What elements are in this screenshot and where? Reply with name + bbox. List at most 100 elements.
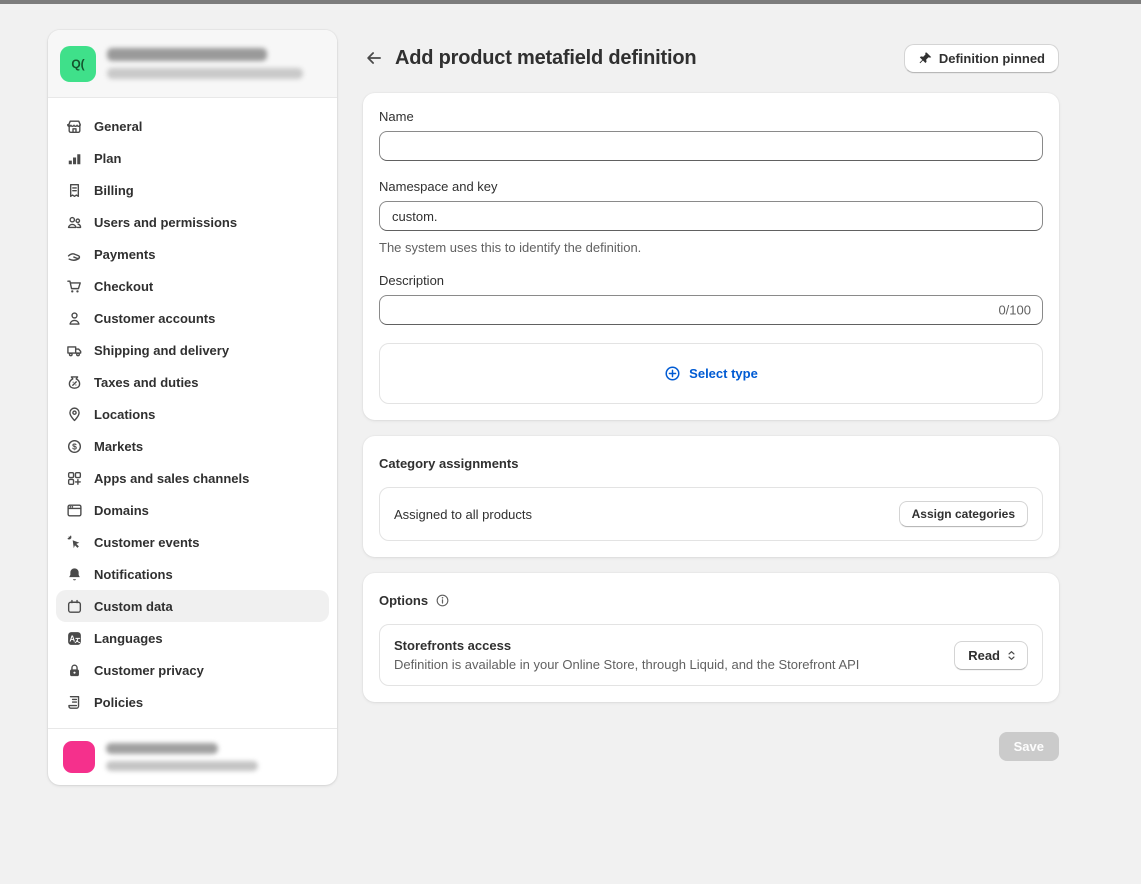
category-assignments-card: Category assignments Assigned to all pro… xyxy=(363,436,1059,557)
store-url-redacted xyxy=(107,68,303,79)
options-heading-label: Options xyxy=(379,593,428,608)
markets-globe-icon: $ xyxy=(66,438,83,455)
sidebar-item-label: General xyxy=(94,119,142,134)
info-icon[interactable] xyxy=(435,593,450,608)
save-row: Save xyxy=(363,732,1059,761)
sidebar-item-checkout[interactable]: Checkout xyxy=(56,270,329,302)
circle-plus-icon xyxy=(664,365,681,382)
sidebar-item-notifications[interactable]: Notifications xyxy=(56,558,329,590)
sidebar-item-label: Markets xyxy=(94,439,143,454)
sidebar-item-label: Domains xyxy=(94,503,149,518)
settings-sidebar: Q( General Plan Billing Users and permissio… xyxy=(48,30,337,785)
sidebar-item-custom-data[interactable]: Custom data xyxy=(56,590,329,622)
sidebar-item-label: Locations xyxy=(94,407,155,422)
sidebar-item-label: Languages xyxy=(94,631,163,646)
lock-icon xyxy=(66,662,83,679)
sidebar-item-customer-accounts[interactable]: Customer accounts xyxy=(56,302,329,334)
user-info xyxy=(106,743,258,771)
truck-icon xyxy=(66,342,83,359)
storefronts-access-select[interactable]: Read xyxy=(954,641,1028,670)
sidebar-item-label: Shipping and delivery xyxy=(94,343,229,358)
billing-icon xyxy=(66,182,83,199)
sidebar-nav: General Plan Billing Users and permissions P… xyxy=(48,98,337,728)
plan-icon xyxy=(66,150,83,167)
description-field-group: Description 0/100 xyxy=(379,273,1043,325)
options-card: Options Storefronts access Definition is… xyxy=(363,573,1059,702)
storefronts-access-text: Storefronts access Definition is availab… xyxy=(394,638,859,672)
sidebar-item-taxes-and-duties[interactable]: Taxes and duties xyxy=(56,366,329,398)
sidebar-item-domains[interactable]: Domains xyxy=(56,494,329,526)
sidebar-item-general[interactable]: General xyxy=(56,110,329,142)
cursor-click-icon xyxy=(66,534,83,551)
sidebar-item-label: Custom data xyxy=(94,599,173,614)
assign-categories-button[interactable]: Assign categories xyxy=(899,501,1028,527)
sidebar-item-customer-events[interactable]: Customer events xyxy=(56,526,329,558)
pin-icon xyxy=(918,51,932,65)
custom-data-icon xyxy=(66,598,83,615)
name-input[interactable] xyxy=(379,131,1043,161)
taxes-icon xyxy=(66,374,83,391)
domains-icon xyxy=(66,502,83,519)
sidebar-item-label: Customer events xyxy=(94,535,199,550)
sidebar-item-users-and-permissions[interactable]: Users and permissions xyxy=(56,206,329,238)
user-name-redacted xyxy=(106,743,218,754)
payments-icon xyxy=(66,246,83,263)
user-footer[interactable] xyxy=(48,728,337,785)
sidebar-item-billing[interactable]: Billing xyxy=(56,174,329,206)
sidebar-item-payments[interactable]: Payments xyxy=(56,238,329,270)
definition-pinned-button[interactable]: Definition pinned xyxy=(904,44,1059,73)
sidebar-item-markets[interactable]: $ Markets xyxy=(56,430,329,462)
storefronts-access-value: Read xyxy=(968,648,1000,663)
sidebar-item-label: Customer accounts xyxy=(94,311,215,326)
languages-icon: A xyxy=(66,630,83,647)
description-label: Description xyxy=(379,273,1043,288)
name-field-group: Name xyxy=(379,109,1043,161)
select-type-label: Select type xyxy=(689,366,758,381)
sidebar-item-label: Plan xyxy=(94,151,121,166)
page-header: Add product metafield definition Definit… xyxy=(363,43,1059,73)
sidebar-item-label: Taxes and duties xyxy=(94,375,199,390)
store-header[interactable]: Q( xyxy=(48,30,337,98)
save-button[interactable]: Save xyxy=(999,732,1059,761)
policies-icon xyxy=(66,694,83,711)
sidebar-item-label: Payments xyxy=(94,247,155,262)
updown-chevrons-icon xyxy=(1005,649,1018,662)
namespace-input[interactable] xyxy=(379,201,1043,231)
store-avatar: Q( xyxy=(60,46,96,82)
sidebar-item-shipping-and-delivery[interactable]: Shipping and delivery xyxy=(56,334,329,366)
category-status-text: Assigned to all products xyxy=(394,507,532,522)
sidebar-item-label: Apps and sales channels xyxy=(94,471,249,486)
storefronts-access-description: Definition is available in your Online S… xyxy=(394,657,859,672)
sidebar-item-policies[interactable]: Policies xyxy=(56,686,329,718)
sidebar-item-languages[interactable]: A Languages xyxy=(56,622,329,654)
select-type-box: Select type xyxy=(379,343,1043,404)
store-info xyxy=(107,48,303,79)
category-assignments-heading: Category assignments xyxy=(379,456,1043,471)
back-button[interactable] xyxy=(363,47,385,69)
storefronts-access-title: Storefronts access xyxy=(394,638,859,653)
sidebar-item-label: Policies xyxy=(94,695,143,710)
sidebar-item-apps-and-sales-channels[interactable]: Apps and sales channels xyxy=(56,462,329,494)
user-email-redacted xyxy=(106,761,258,771)
sidebar-item-label: Users and permissions xyxy=(94,215,237,230)
user-avatar xyxy=(63,741,95,773)
sidebar-item-customer-privacy[interactable]: Customer privacy xyxy=(56,654,329,686)
users-icon xyxy=(66,214,83,231)
store-name-redacted xyxy=(107,48,267,61)
svg-text:$: $ xyxy=(72,441,77,451)
definition-card: Name Namespace and key The system uses t… xyxy=(363,93,1059,420)
checkout-cart-icon xyxy=(66,278,83,295)
sidebar-item-label: Customer privacy xyxy=(94,663,204,678)
sidebar-item-label: Billing xyxy=(94,183,134,198)
select-type-button[interactable]: Select type xyxy=(658,364,764,383)
sidebar-item-locations[interactable]: Locations xyxy=(56,398,329,430)
name-label: Name xyxy=(379,109,1043,124)
description-input[interactable] xyxy=(379,295,1043,325)
sidebar-item-label: Notifications xyxy=(94,567,173,582)
apps-icon xyxy=(66,470,83,487)
namespace-help-text: The system uses this to identify the def… xyxy=(379,240,1043,255)
settings-page: Q( General Plan Billing Users and permissio… xyxy=(0,4,1141,785)
main-content: Add product metafield definition Definit… xyxy=(363,30,1059,785)
person-icon xyxy=(66,310,83,327)
sidebar-item-plan[interactable]: Plan xyxy=(56,142,329,174)
